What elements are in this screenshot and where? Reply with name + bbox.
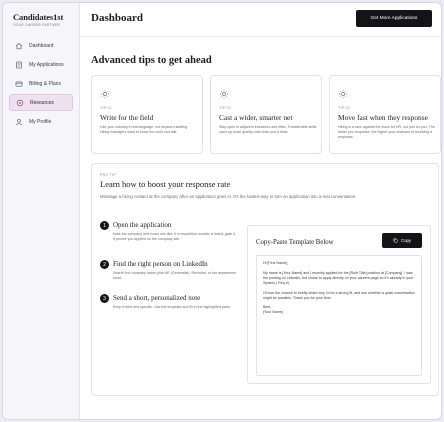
top-bar: Dashboard Get More Applications: [81, 3, 441, 37]
sidebar-item-dashboard[interactable]: Dashboard: [9, 37, 73, 54]
sun-icon: [100, 89, 110, 99]
template-text[interactable]: Hi [First Name], My name is [Your Name] …: [256, 255, 422, 376]
copy-template-panel: Copy-Paste Template Below Copy Hi [First…: [247, 225, 431, 384]
sidebar-item-label: Dashboard: [29, 42, 54, 49]
sidebar-item-label: My Applications: [29, 61, 64, 68]
step-body: Search the company name plus HR (General…: [113, 271, 237, 280]
tip-body: Hiring is a race against the clock for H…: [338, 125, 435, 139]
step-title: Find the right person on LinkedIn: [113, 260, 208, 268]
template-paragraph: I'd love the chance to briefly share why…: [263, 290, 415, 300]
compass-icon: [15, 98, 24, 107]
app-window: Candidates1st YOUR CAREER PARTNER Dashbo…: [2, 2, 442, 420]
sidebar-item-resources[interactable]: Resources: [9, 94, 73, 111]
tip-card: TIP 02 Cast a wider, smarter net Stay op…: [210, 75, 322, 154]
step-body: Note the company and exact role title. I…: [113, 232, 236, 241]
step-number: 3: [100, 294, 109, 303]
guide-subtitle: Message a hiring contact at the company …: [100, 194, 357, 199]
template-paragraph: My name is [Your Name] and I recently ap…: [263, 270, 414, 285]
sidebar-item-my-profile[interactable]: My Profile: [9, 113, 73, 130]
brand-tagline: YOUR CAREER PARTNER: [13, 23, 60, 27]
step-number: 1: [100, 221, 109, 230]
sidebar: Candidates1st YOUR CAREER PARTNER Dashbo…: [3, 3, 80, 419]
home-icon: [14, 41, 23, 50]
get-more-applications-button[interactable]: Get More Applications: [356, 10, 432, 27]
copy-button[interactable]: Copy: [382, 233, 422, 248]
tip-number: TIP 01: [100, 106, 113, 110]
copy-button-label: Copy: [400, 238, 412, 243]
brand-name: Candidates1st: [13, 12, 64, 22]
sidebar-item-my-applications[interactable]: My Applications: [9, 56, 73, 73]
document-icon: [14, 60, 23, 69]
tip-body: Stay open to adjacent industries and tit…: [219, 125, 317, 134]
tip-body: Use your industry's real language, not k…: [100, 125, 189, 134]
step-title: Open the application: [113, 221, 172, 229]
tips-section-title: Advanced tips to get ahead: [91, 55, 212, 66]
tip-title: Cast a wider, smarter net: [219, 113, 293, 122]
tip-title: Move fast when they response: [338, 113, 428, 122]
sun-icon: [219, 89, 229, 99]
sun-icon: [338, 89, 348, 99]
main-content: Dashboard Get More Applications Advanced…: [81, 3, 441, 419]
sidebar-nav: Dashboard My Applications Billing & Plan…: [9, 37, 73, 132]
tip-card: TIP 03 Move fast when they response Hiri…: [329, 75, 441, 154]
sidebar-item-label: Billing & Plans: [29, 80, 61, 87]
tip-card: TIP 01 Write for the field Use your indu…: [91, 75, 203, 154]
template-greeting: Hi [First Name],: [263, 261, 288, 265]
step-number: 2: [100, 260, 109, 269]
response-rate-guide: PRO TIP Learn how to boost your response…: [91, 163, 439, 396]
step-title: Send a short, personalized note: [113, 294, 201, 302]
tip-title: Write for the field: [100, 113, 154, 122]
guide-title: Learn how to boost your response rate: [100, 179, 231, 189]
copy-icon: [393, 238, 398, 243]
user-icon: [14, 117, 23, 126]
template-title: Copy-Paste Template Below: [256, 239, 334, 246]
guide-label: PRO TIP: [100, 173, 117, 177]
template-signature: [Your Name]: [263, 310, 283, 315]
sidebar-item-label: Resources: [30, 99, 54, 106]
sidebar-item-billing-plans[interactable]: Billing & Plans: [9, 75, 73, 92]
page-title: Dashboard: [91, 12, 143, 24]
sidebar-item-label: My Profile: [29, 118, 52, 125]
step-body: Keep it brief and specific. Use the temp…: [113, 305, 231, 309]
brand-logo[interactable]: Candidates1st YOUR CAREER PARTNER: [13, 12, 63, 27]
card-icon: [14, 79, 23, 88]
tip-number: TIP 02: [219, 106, 232, 110]
tip-number: TIP 03: [338, 106, 351, 110]
